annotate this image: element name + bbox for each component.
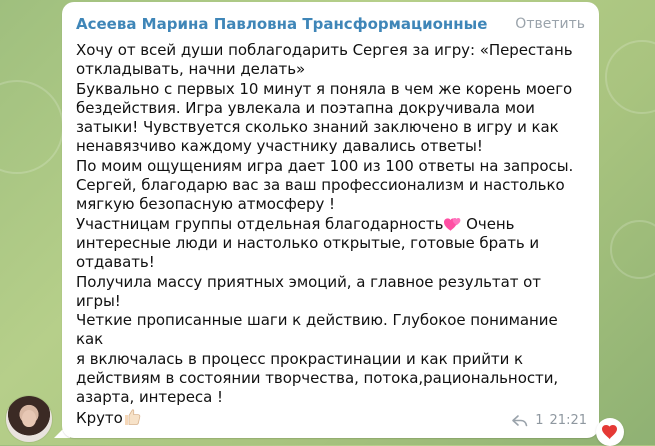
message-line: Сергей, благодарю вас за ваш профессиона… bbox=[76, 176, 565, 195]
message-line: я включалась в процесс прокрастинации и … bbox=[76, 349, 524, 368]
background-doodle-circle bbox=[0, 80, 64, 174]
reply-button[interactable]: Ответить bbox=[515, 13, 585, 35]
message-line: Получила массу приятных эмоций, а главно… bbox=[76, 272, 546, 310]
message-header: Асеева Марина Павловна Трансформационные… bbox=[76, 13, 585, 35]
message-line: азарта, интереса ! bbox=[76, 388, 223, 407]
red-heart-icon bbox=[602, 425, 617, 440]
message-line: ненавязчиво каждому участнику давались о… bbox=[76, 137, 483, 156]
reply-arrow-icon[interactable] bbox=[511, 414, 529, 428]
message-line: действиям в состоянии творчества, потока… bbox=[76, 369, 559, 388]
message-line: бездействия. Игра увлекала и поэтапна до… bbox=[76, 98, 535, 117]
sender-avatar[interactable] bbox=[6, 396, 52, 442]
message-meta: 1 21:21 bbox=[511, 412, 587, 430]
message-line: отдавать! bbox=[76, 253, 155, 272]
message-bubble[interactable]: Асеева Марина Павловна Трансформационные… bbox=[62, 2, 599, 438]
two-hearts-icon bbox=[444, 217, 461, 231]
message-text: Хочу от всей души поблагодарить Сергея з… bbox=[76, 41, 589, 428]
message-line: откладывать, начни делать» bbox=[76, 60, 306, 79]
message-line: Хочу от всей души поблагодарить Сергея з… bbox=[76, 41, 573, 59]
message-line: Четкие прописанные шаги к действию. Глуб… bbox=[76, 311, 563, 349]
message-author-name[interactable]: Асеева Марина Павловна Трансформационные… bbox=[76, 13, 494, 35]
message-line: интересные люди и настолько открытые, го… bbox=[76, 233, 540, 252]
message-line: Участницам группы отдельная благодарност… bbox=[76, 214, 444, 233]
message-time: 21:21 bbox=[549, 413, 587, 428]
reaction-button[interactable] bbox=[596, 418, 624, 446]
message-line: Буквально с первых 10 минут я поняла в ч… bbox=[76, 79, 573, 98]
message-line: Очень bbox=[461, 214, 515, 233]
background-doodle-circle bbox=[610, 220, 655, 279]
message-line: Круто bbox=[76, 408, 123, 427]
message-line: затыки! Чувствуется сколько знаний заклю… bbox=[76, 118, 559, 137]
reply-count[interactable]: 1 bbox=[535, 412, 543, 430]
background-doodle-circle bbox=[605, 40, 655, 114]
message-line: По моим ощущениям игра дает 100 из 100 о… bbox=[76, 156, 574, 175]
message-line: мягкую безопасную атмосферу ! bbox=[76, 195, 335, 214]
thumbs-up-icon bbox=[124, 409, 140, 425]
